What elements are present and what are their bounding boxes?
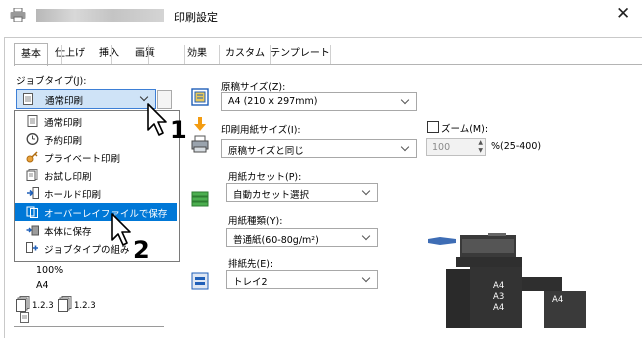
clock-icon	[26, 133, 39, 145]
output-tray-label: 排紙先(E):	[228, 259, 274, 270]
tab-image-quality[interactable]: 画質	[132, 45, 158, 64]
paper-type-value: 普通紙(60-80g/m²)	[233, 235, 319, 246]
chevron-down-icon	[361, 273, 371, 283]
list-item-label: 通常印刷	[44, 118, 83, 129]
tab-insert[interactable]: 挿入	[96, 45, 122, 64]
output-tray-value: トレイ2	[233, 277, 268, 288]
collate-label-b: 1.2.3	[74, 301, 96, 311]
tab-basic[interactable]: 基本	[14, 43, 48, 66]
tab-divider	[219, 45, 220, 64]
original-size-value: A4 (210 x 297mm)	[228, 96, 318, 107]
document-icon	[26, 115, 39, 127]
overlay-icon	[26, 206, 39, 218]
document-icon	[20, 312, 29, 323]
tab-effects[interactable]: 効果	[182, 45, 212, 64]
preview-bottom-line	[14, 326, 164, 327]
tray-label: A4	[493, 303, 505, 313]
list-item-label: お試し印刷	[44, 172, 92, 183]
list-item[interactable]: 本体に保存	[15, 221, 177, 239]
tab-border-left	[14, 45, 15, 64]
paper-source-label: 用紙カセット(P):	[228, 172, 302, 183]
tab-divider	[61, 45, 62, 64]
tab-divider	[148, 45, 149, 64]
window-title: 印刷設定	[174, 11, 218, 24]
tab-template[interactable]: テンプレート	[270, 45, 330, 64]
zoom-stepper[interactable]: 100 ▲ ▼	[426, 138, 486, 156]
zoom-range: %(25-400)	[491, 141, 542, 152]
document-icon	[23, 93, 33, 105]
close-icon[interactable]: ✕	[616, 4, 630, 24]
tray-label: A3	[493, 292, 505, 302]
list-item[interactable]: ジョブタイプの組み	[15, 239, 177, 257]
combine-icon	[26, 242, 39, 254]
arrow-down-icon	[194, 117, 206, 131]
spinner-icon[interactable]: ▲ ▼	[478, 139, 483, 155]
list-item-label: 予約印刷	[44, 136, 83, 147]
paper-source-select[interactable]: 自動カセット選択	[226, 183, 378, 202]
hold-icon	[26, 187, 39, 199]
chevron-down-icon	[139, 92, 149, 102]
tab-divider	[184, 45, 185, 64]
list-item-highlighted[interactable]: オーバーレイファイルで保存	[15, 203, 177, 221]
list-item-label: ホールド印刷	[44, 190, 102, 201]
tray-label: A4	[493, 281, 505, 291]
mouse-cursor-icon	[110, 212, 132, 248]
chevron-down-icon	[361, 186, 371, 196]
tab-divider	[111, 45, 112, 64]
printer-tray-icon	[191, 135, 209, 153]
original-size-select[interactable]: A4 (210 x 297mm)	[221, 92, 417, 111]
proof-icon	[26, 169, 39, 181]
step-number-2: 2	[133, 236, 150, 264]
output-tray-select[interactable]: トレイ2	[226, 270, 378, 289]
paper-type-select[interactable]: 普通紙(60-80g/m²)	[226, 228, 378, 247]
job-type-select[interactable]: 通常印刷	[16, 89, 156, 109]
save-to-device-icon	[26, 224, 39, 236]
list-item[interactable]: ホールド印刷	[15, 184, 177, 202]
paper-source-value: 自動カセット選択	[233, 190, 310, 201]
collate-icon	[16, 296, 30, 312]
print-paper-size-value: 原稿サイズと同じ	[228, 146, 304, 157]
collate-label-a: 1.2.3	[32, 301, 54, 311]
job-type-label: ジョブタイプ(J):	[16, 76, 87, 87]
list-item-label: 本体に保存	[44, 227, 92, 238]
print-paper-size-select[interactable]: 原稿サイズと同じ	[221, 139, 417, 158]
tray-label: A4	[552, 295, 564, 305]
print-paper-size-label: 印刷用紙サイズ(I):	[221, 125, 301, 136]
key-icon	[26, 151, 39, 163]
original-document-icon	[191, 88, 209, 106]
tab-finishing[interactable]: 仕上げ	[52, 45, 88, 64]
collate-icon	[58, 296, 72, 312]
job-type-value: 通常印刷	[45, 96, 84, 107]
zoom-checkbox[interactable]	[427, 121, 439, 133]
chevron-down-icon	[400, 95, 410, 105]
printer-illustration	[426, 229, 586, 328]
list-item[interactable]: お試し印刷	[15, 166, 177, 184]
chevron-down-icon	[361, 231, 371, 241]
paper-cassette-icon	[191, 190, 209, 208]
tab-custom[interactable]: カスタム	[222, 45, 268, 64]
blurred-printer-name	[36, 9, 164, 22]
preview-zoom: 100%	[36, 265, 64, 276]
zoom-label: ズーム(M):	[441, 124, 489, 135]
mouse-cursor-icon	[146, 102, 168, 138]
tab-divider	[270, 45, 271, 64]
output-tray-icon	[191, 272, 209, 290]
list-item[interactable]: プライベート印刷	[15, 148, 177, 166]
original-size-label: 原稿サイズ(Z):	[221, 82, 286, 93]
preview-paper: A4	[36, 280, 49, 291]
tab-divider	[330, 45, 331, 64]
chevron-down-icon	[400, 142, 410, 152]
zoom-value: 100	[432, 142, 451, 153]
list-item-label: プライベート印刷	[44, 154, 121, 165]
list-item-label: オーバーレイファイルで保存	[44, 209, 168, 220]
step-number-1: 1	[170, 116, 187, 144]
tab-underline	[14, 64, 642, 65]
printer-app-icon	[10, 7, 26, 23]
paper-type-label: 用紙種類(Y):	[228, 216, 283, 227]
